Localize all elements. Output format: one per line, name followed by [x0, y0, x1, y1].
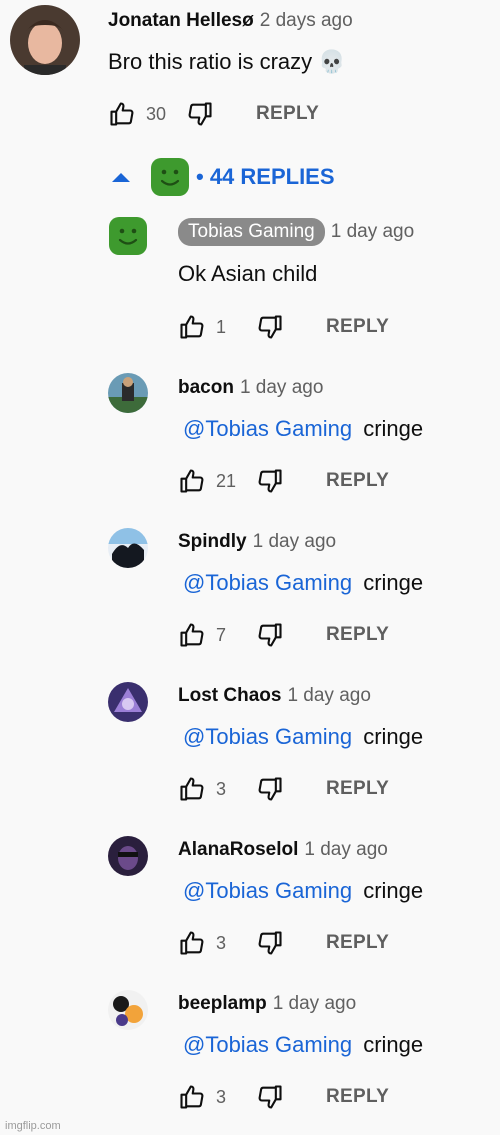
- comment-header: Lost Chaos 1 day ago: [178, 685, 371, 707]
- thumbs-down-icon[interactable]: [256, 929, 284, 957]
- comment-body: cringe: [363, 878, 424, 903]
- comment-text: @Tobias Gaming cringe: [178, 878, 423, 904]
- user-photo-icon: [108, 373, 148, 413]
- thumbs-up-icon[interactable]: [108, 100, 136, 128]
- comment-header: Spindly 1 day ago: [178, 531, 336, 553]
- thumbs-down-icon[interactable]: [256, 1083, 284, 1111]
- reply-button[interactable]: REPLY: [326, 624, 389, 646]
- mention-link[interactable]: @Tobias Gaming: [178, 878, 357, 903]
- watermark: imgflip.com: [5, 1120, 61, 1132]
- comment-body: cringe: [363, 416, 424, 441]
- comment-text: Ok Asian child: [178, 261, 318, 286]
- reply-button[interactable]: REPLY: [326, 932, 389, 954]
- like-count: 3: [216, 1086, 227, 1107]
- comment-header: AlanaRoselol 1 day ago: [178, 839, 388, 861]
- reply-button[interactable]: REPLY: [256, 103, 319, 125]
- comment-actions: 3 REPLY: [178, 1083, 389, 1111]
- replies-toggle[interactable]: • 44 REPLIES: [108, 155, 335, 199]
- author-name[interactable]: bacon: [178, 377, 234, 398]
- thumbs-down-icon[interactable]: [256, 467, 284, 495]
- comment-header: Tobias Gaming 1 day ago: [178, 218, 414, 246]
- caret-up-icon: [112, 173, 130, 182]
- replies-count-label: • 44 REPLIES: [196, 164, 335, 189]
- avatar[interactable]: [108, 836, 148, 876]
- like-count: 21: [216, 470, 237, 491]
- thumbs-up-icon[interactable]: [178, 313, 206, 341]
- like-count: 30: [146, 103, 167, 124]
- comment-actions: 30 REPLY: [108, 100, 319, 128]
- comment-text: @Tobias Gaming cringe: [178, 570, 423, 596]
- avatar[interactable]: [108, 528, 148, 568]
- user-photo-icon: [108, 836, 148, 876]
- author-name[interactable]: beeplamp: [178, 993, 267, 1014]
- like-count: 7: [216, 624, 227, 645]
- mention-link[interactable]: @Tobias Gaming: [178, 724, 357, 749]
- like-count: 3: [216, 932, 227, 953]
- user-photo-icon: [108, 528, 148, 568]
- timestamp[interactable]: 1 day ago: [240, 377, 323, 398]
- user-photo-icon: [108, 990, 148, 1030]
- timestamp[interactable]: 1 day ago: [287, 685, 370, 706]
- comment-actions: 3 REPLY: [178, 775, 389, 803]
- thumbs-up-icon[interactable]: [178, 467, 206, 495]
- timestamp[interactable]: 1 day ago: [304, 839, 387, 860]
- thumbs-down-icon[interactable]: [256, 313, 284, 341]
- avatar[interactable]: [108, 216, 148, 256]
- thumbs-up-icon[interactable]: [178, 1083, 206, 1111]
- author-name-chip[interactable]: Tobias Gaming: [178, 218, 325, 246]
- comment-text: @Tobias Gaming cringe: [178, 416, 423, 442]
- mention-link[interactable]: @Tobias Gaming: [178, 416, 357, 441]
- mention-link[interactable]: @Tobias Gaming: [178, 1032, 357, 1057]
- user-photo-icon: [10, 5, 80, 75]
- timestamp[interactable]: 1 day ago: [253, 531, 336, 552]
- user-photo-icon: [108, 682, 148, 722]
- like-count: 3: [216, 778, 227, 799]
- thumbs-up-icon[interactable]: [178, 621, 206, 649]
- comment-header: Jonatan Hellesø 2 days ago: [108, 10, 353, 32]
- comment-actions: 1 REPLY: [178, 313, 389, 341]
- green-face-avatar-icon: [150, 157, 190, 197]
- comment-text: @Tobias Gaming cringe: [178, 1032, 423, 1058]
- avatar[interactable]: [108, 990, 148, 1030]
- avatar[interactable]: [108, 682, 148, 722]
- reply-button[interactable]: REPLY: [326, 470, 389, 492]
- reply-button[interactable]: REPLY: [326, 778, 389, 800]
- author-name[interactable]: Lost Chaos: [178, 685, 281, 706]
- author-name[interactable]: Spindly: [178, 531, 247, 552]
- comment-body: cringe: [363, 724, 424, 749]
- timestamp[interactable]: 1 day ago: [331, 221, 414, 242]
- comment-body: cringe: [363, 570, 424, 595]
- timestamp[interactable]: 1 day ago: [273, 993, 356, 1014]
- comment-actions: 3 REPLY: [178, 929, 389, 957]
- thumbs-up-icon[interactable]: [178, 775, 206, 803]
- reply-button[interactable]: REPLY: [326, 1086, 389, 1108]
- thumbs-down-icon[interactable]: [186, 100, 214, 128]
- comment-header: beeplamp 1 day ago: [178, 993, 356, 1015]
- green-face-avatar-icon: [108, 216, 148, 256]
- comment-header: bacon 1 day ago: [178, 377, 323, 399]
- avatar[interactable]: [108, 373, 148, 413]
- comment-actions: 21 REPLY: [178, 467, 389, 495]
- timestamp[interactable]: 2 days ago: [260, 10, 353, 31]
- reply-button[interactable]: REPLY: [326, 316, 389, 338]
- comment-actions: 7 REPLY: [178, 621, 389, 649]
- comment-body: cringe: [363, 1032, 424, 1057]
- author-name[interactable]: Jonatan Hellesø: [108, 10, 254, 31]
- avatar[interactable]: [10, 5, 80, 75]
- comment-text: @Tobias Gaming cringe: [178, 724, 423, 750]
- like-count: 1: [216, 316, 227, 337]
- thumbs-down-icon[interactable]: [256, 621, 284, 649]
- author-name[interactable]: AlanaRoselol: [178, 839, 298, 860]
- mention-link[interactable]: @Tobias Gaming: [178, 570, 357, 595]
- thumbs-down-icon[interactable]: [256, 775, 284, 803]
- comment-text: Bro this ratio is crazy 💀: [108, 49, 346, 74]
- thumbs-up-icon[interactable]: [178, 929, 206, 957]
